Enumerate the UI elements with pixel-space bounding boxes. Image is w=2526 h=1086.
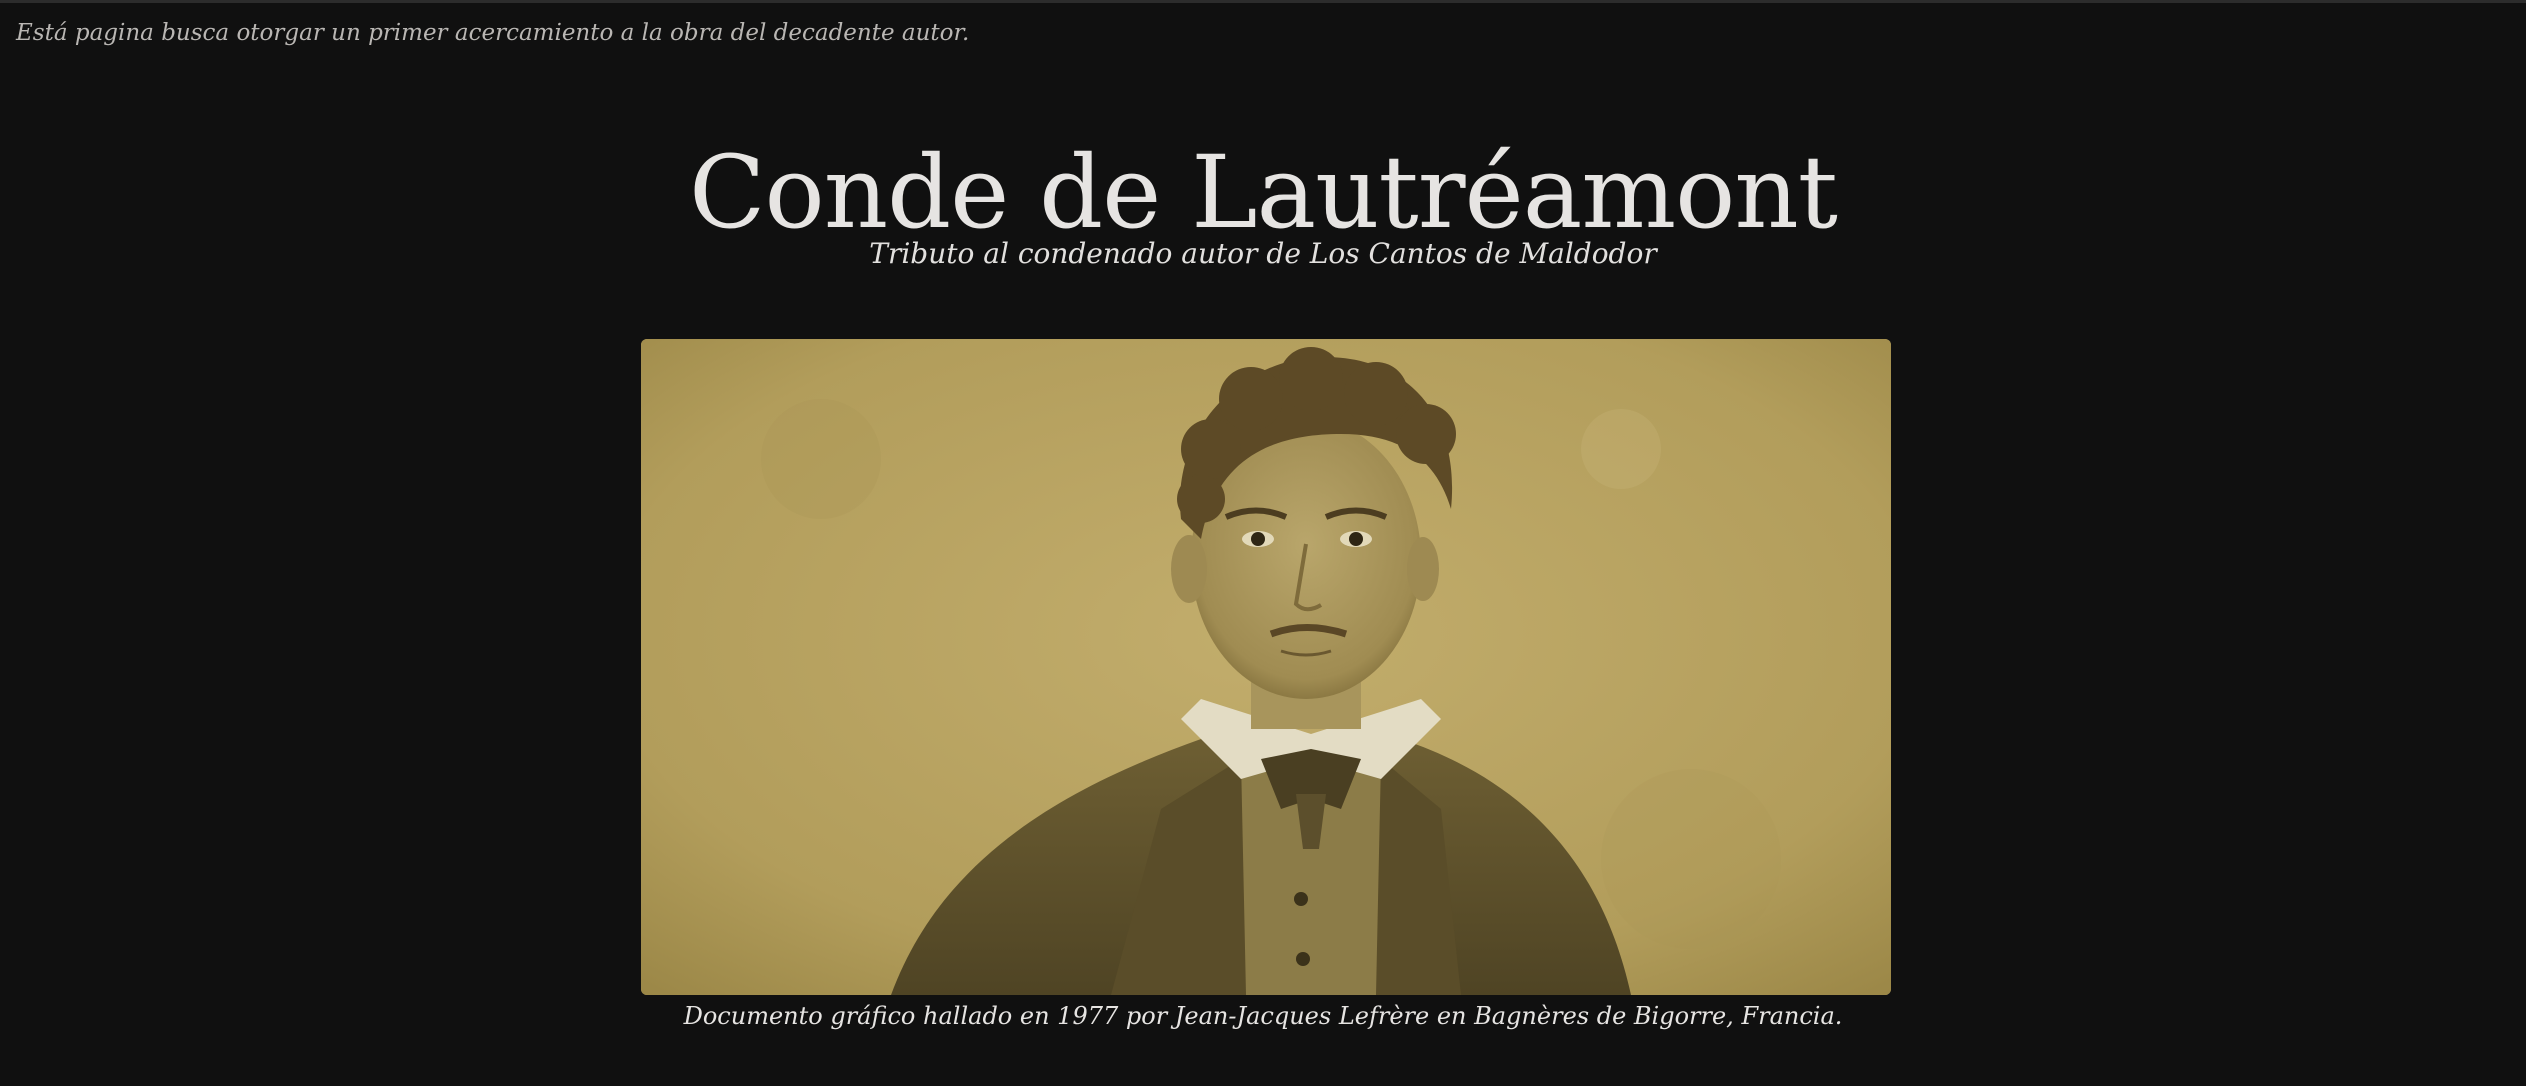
page-subtitle: Tributo al condenado autor de Los Cantos…: [869, 237, 1657, 270]
intro-text: Está pagina busca otorgar un primer acer…: [16, 20, 970, 46]
top-divider: [0, 0, 2526, 3]
author-portrait: [641, 339, 1891, 995]
portrait-caption: Documento gráfico hallado en 1977 por Je…: [683, 1002, 1843, 1030]
